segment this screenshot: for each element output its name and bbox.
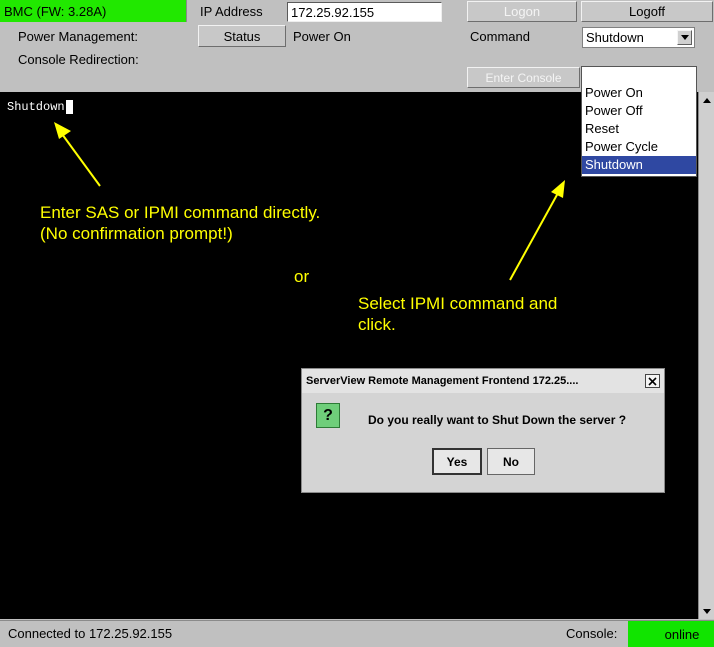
enter-console-button[interactable]: Enter Console [467, 67, 580, 88]
annotation-select-command: Select IPMI command and click. [358, 294, 558, 334]
question-icon: ? [316, 403, 340, 428]
bmc-firmware-label: BMC (FW: 3.28A) [4, 3, 107, 19]
dialog-title: ServerView Remote Management Frontend 17… [306, 375, 579, 387]
question-icon-glyph: ? [323, 406, 333, 424]
command-dropdown-list[interactable]: Power On Power Off Reset Power Cycle Shu… [581, 66, 697, 177]
ip-address-field[interactable]: 172.25.92.155 [287, 2, 442, 22]
yes-button[interactable]: Yes [432, 448, 482, 475]
console-redirection-label: Console Redirection: [18, 51, 139, 67]
dialog-title-bar[interactable]: ServerView Remote Management Frontend 17… [302, 369, 664, 393]
command-select-value: Shutdown [586, 30, 644, 45]
dropdown-option-power-cycle[interactable]: Power Cycle [582, 138, 696, 156]
scroll-down-arrow-icon[interactable] [701, 605, 713, 617]
power-management-label: Power Management: [18, 28, 138, 44]
logon-button[interactable]: Logon [467, 1, 577, 22]
console-status-label: Console: [566, 625, 618, 641]
dropdown-option-shutdown[interactable]: Shutdown [582, 156, 696, 174]
terminal-command-text: Shutdown [7, 100, 65, 114]
annotation-direct-command: Enter SAS or IPMI command directly. (No … [40, 203, 321, 243]
annotation-or: or [294, 267, 310, 286]
console-scrollbar[interactable] [698, 92, 714, 619]
power-state: Power On [293, 28, 351, 44]
command-label: Command [470, 28, 530, 44]
dialog-message: Do you really want to Shut Down the serv… [368, 413, 627, 427]
ip-address-label: IP Address [200, 3, 263, 19]
status-button[interactable]: Status [198, 25, 286, 47]
terminal-cursor [65, 100, 73, 114]
no-button[interactable]: No [487, 448, 535, 475]
dropdown-option-power-on[interactable]: Power On [582, 84, 696, 102]
logoff-button[interactable]: Logoff [581, 1, 713, 22]
connection-status: Connected to 172.25.92.155 [8, 625, 173, 641]
command-select[interactable]: Shutdown [582, 27, 695, 48]
scroll-up-arrow-icon[interactable] [701, 94, 713, 106]
dropdown-option-power-off[interactable]: Power Off [582, 102, 696, 120]
chevron-down-icon[interactable] [677, 30, 692, 45]
console-online-text: online [664, 626, 700, 642]
console-online-badge: online [628, 621, 714, 647]
terminal-typed-text: Shutdown [7, 99, 73, 115]
dropdown-option-reset[interactable]: Reset [582, 120, 696, 138]
confirm-dialog: ServerView Remote Management Frontend 17… [301, 368, 665, 493]
close-icon[interactable] [645, 374, 660, 388]
bmc-firmware-badge: BMC (FW: 3.28A) [0, 0, 187, 22]
